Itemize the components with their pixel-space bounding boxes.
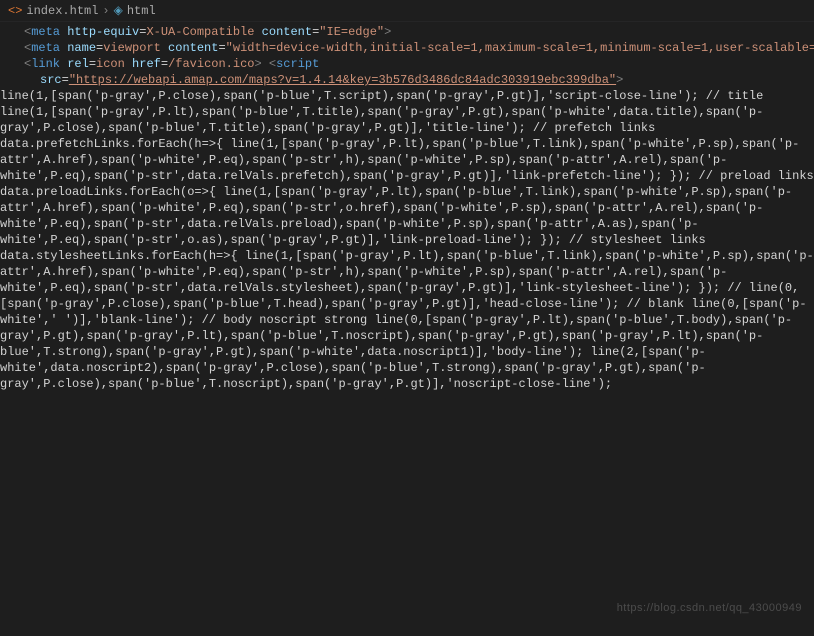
meta-line[interactable]: <meta http-equiv=X-UA-Compatible content… — [8, 24, 814, 40]
watermark: https://blog.csdn.net/qq_43000949 — [617, 600, 802, 616]
html-file-icon: <> — [8, 3, 22, 19]
breadcrumb-separator: › — [102, 3, 109, 19]
breadcrumb[interactable]: <> index.html › ◈ html — [0, 0, 814, 22]
meta-line[interactable]: <meta name=viewport content="width=devic… — [8, 40, 814, 56]
code-editor[interactable]: <meta http-equiv=X-UA-Compatible content… — [0, 22, 814, 88]
html-node-icon: ◈ — [114, 3, 123, 19]
breadcrumb-file[interactable]: index.html — [26, 3, 98, 19]
script-src-line[interactable]: src="https://webapi.amap.com/maps?v=1.4.… — [8, 72, 814, 88]
breadcrumb-node[interactable]: html — [127, 3, 156, 19]
link-icon-line[interactable]: <link rel=icon href=/favicon.ico> <scrip… — [8, 56, 814, 72]
